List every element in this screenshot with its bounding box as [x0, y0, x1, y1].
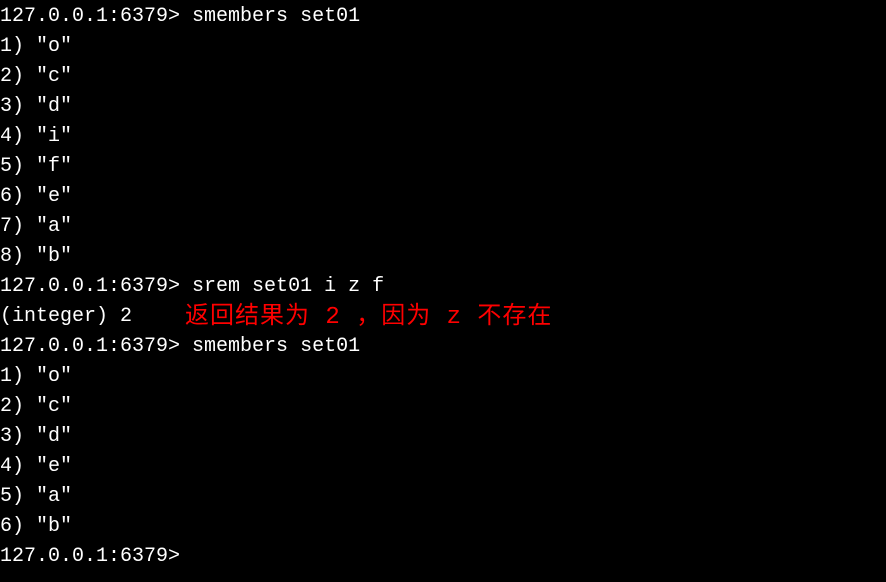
terminal-line: 127.0.0.1:6379> srem set01 i z f	[0, 272, 886, 302]
terminal-input-line[interactable]: 127.0.0.1:6379>	[0, 542, 886, 572]
output-line: 3) "d"	[0, 92, 886, 122]
integer-result: (integer) 2	[0, 305, 132, 328]
terminal-line: 127.0.0.1:6379> smembers set01	[0, 332, 886, 362]
output-line: 4) "i"	[0, 122, 886, 152]
output-line: 1) "o"	[0, 32, 886, 62]
output-line: 5) "f"	[0, 152, 886, 182]
output-line: 2) "c"	[0, 62, 886, 92]
output-line: 8) "b"	[0, 242, 886, 272]
prompt: 127.0.0.1:6379>	[0, 5, 180, 28]
output-line: 1) "o"	[0, 362, 886, 392]
terminal-line: 127.0.0.1:6379> smembers set01	[0, 2, 886, 32]
prompt: 127.0.0.1:6379>	[0, 545, 180, 568]
output-line: 6) "b"	[0, 512, 886, 542]
output-line: 3) "d"	[0, 422, 886, 452]
prompt: 127.0.0.1:6379>	[0, 275, 180, 298]
command-text: srem set01 i z f	[192, 275, 384, 298]
output-line: (integer) 2返回结果为 2 ，因为 z 不存在	[0, 302, 886, 332]
annotation-text: 返回结果为 2 ，因为 z 不存在	[185, 300, 552, 336]
output-line: 2) "c"	[0, 392, 886, 422]
output-line: 7) "a"	[0, 212, 886, 242]
output-line: 6) "e"	[0, 182, 886, 212]
command-text: smembers set01	[192, 335, 360, 358]
command-text: smembers set01	[192, 5, 360, 28]
prompt: 127.0.0.1:6379>	[0, 335, 180, 358]
output-line: 5) "a"	[0, 482, 886, 512]
output-line: 4) "e"	[0, 452, 886, 482]
